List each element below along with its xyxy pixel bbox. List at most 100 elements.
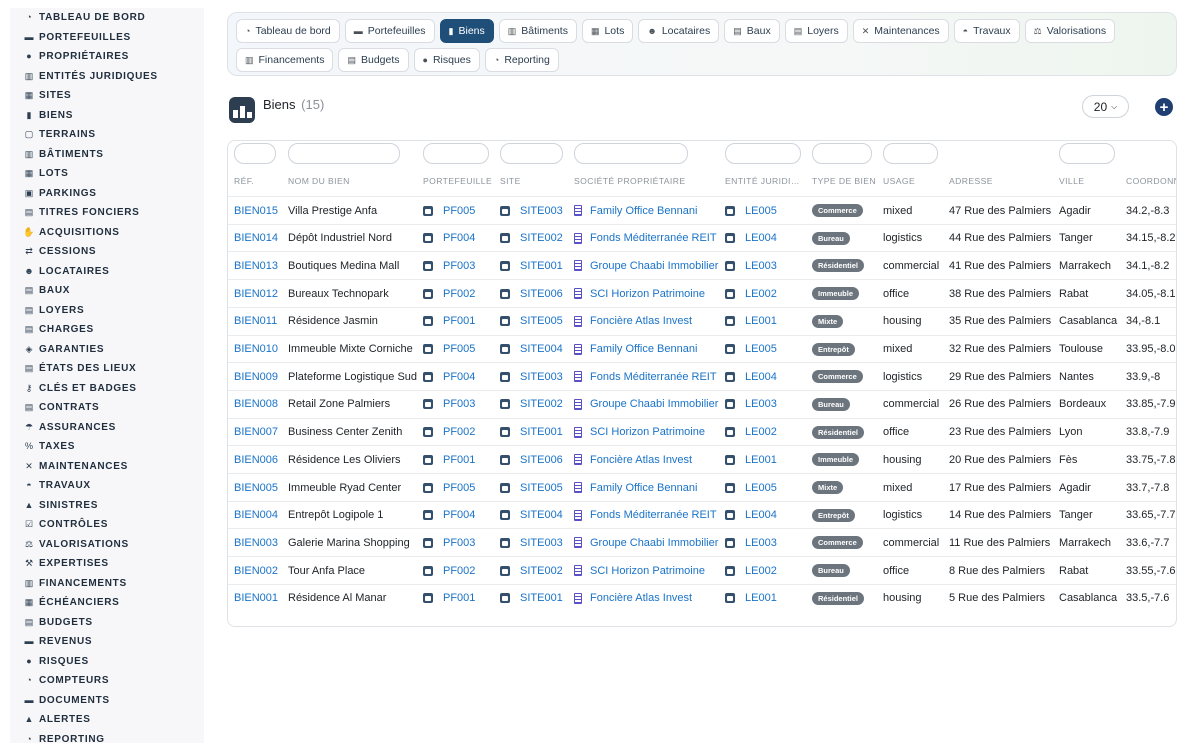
entity-link[interactable]: LE004 <box>745 232 777 244</box>
cell-site[interactable]: SITE006 <box>500 446 563 473</box>
entity-link[interactable]: LE004 <box>745 371 777 383</box>
tab-row2-1[interactable]: ▤ Budgets <box>338 48 409 72</box>
site-link[interactable]: SITE001 <box>520 260 563 272</box>
cell-ref[interactable]: BIEN003 <box>234 529 278 556</box>
column-header-address[interactable]: Adresse <box>949 176 993 186</box>
add-bien-button[interactable]: + <box>1155 98 1173 116</box>
site-link[interactable]: SITE001 <box>520 592 563 604</box>
sidebar-item-29[interactable]: ▥ Financements <box>10 574 204 594</box>
column-header-coords[interactable]: Coordonn <box>1126 176 1176 186</box>
tab-row1-9[interactable]: ◓ Travaux <box>953 19 1020 43</box>
sidebar-item-12[interactable]: ⇄ Cessions <box>10 242 204 262</box>
sidebar-item-17[interactable]: ◈ Garanties <box>10 340 204 360</box>
portfolio-link[interactable]: PF003 <box>443 537 475 549</box>
sidebar-item-0[interactable]: ◔ Tableau de bord <box>10 8 204 28</box>
sidebar-item-22[interactable]: % Taxes <box>10 437 204 457</box>
cell-ref[interactable]: BIEN006 <box>234 446 278 473</box>
cell-entity[interactable]: LE004 <box>725 225 777 252</box>
sidebar-item-5[interactable]: ▮ Biens <box>10 106 204 126</box>
tab-row2-3[interactable]: ◔ Reporting <box>484 48 559 72</box>
entity-link[interactable]: LE002 <box>745 288 777 300</box>
site-link[interactable]: SITE005 <box>520 482 563 494</box>
cell-entity[interactable]: LE002 <box>725 557 777 584</box>
owner-link[interactable]: Foncière Atlas Invest <box>590 315 692 327</box>
portfolio-link[interactable]: PF005 <box>443 482 475 494</box>
cell-owner[interactable]: Groupe Chaabi Immobilier <box>574 252 718 279</box>
cell-entity[interactable]: LE001 <box>725 308 777 335</box>
cell-ref[interactable]: BIEN010 <box>234 336 278 363</box>
cell-ref[interactable]: BIEN008 <box>234 391 278 418</box>
cell-ref[interactable]: BIEN001 <box>234 585 278 612</box>
cell-owner[interactable]: Fonds Méditerranée REIT <box>574 363 717 390</box>
sidebar-item-16[interactable]: ▤ Charges <box>10 320 204 340</box>
site-link[interactable]: SITE003 <box>520 205 563 217</box>
cell-portfolio[interactable]: PF001 <box>423 308 475 335</box>
sidebar-item-28[interactable]: ⚒ Expertises <box>10 554 204 574</box>
sidebar-item-36[interactable]: ▲ Alertes <box>10 710 204 730</box>
column-header-usage[interactable]: Usage <box>883 176 915 186</box>
cell-portfolio[interactable]: PF005 <box>423 474 475 501</box>
cell-owner[interactable]: Fonds Méditerranée REIT <box>574 502 717 529</box>
column-header-type[interactable]: Type de bien <box>812 176 876 186</box>
owner-link[interactable]: Groupe Chaabi Immobilier <box>590 537 718 549</box>
filter-name-input[interactable] <box>288 143 400 164</box>
site-link[interactable]: SITE004 <box>520 343 563 355</box>
portfolio-link[interactable]: PF004 <box>443 371 475 383</box>
sidebar-item-26[interactable]: ☑ Contrôles <box>10 515 204 535</box>
cell-ref[interactable]: BIEN005 <box>234 474 278 501</box>
cell-ref[interactable]: BIEN009 <box>234 363 278 390</box>
portfolio-link[interactable]: PF001 <box>443 592 475 604</box>
cell-ref[interactable]: BIEN015 <box>234 197 278 224</box>
cell-site[interactable]: SITE003 <box>500 363 563 390</box>
cell-site[interactable]: SITE001 <box>500 585 563 612</box>
sidebar-item-23[interactable]: ✕ Maintenances <box>10 457 204 477</box>
cell-entity[interactable]: LE001 <box>725 446 777 473</box>
sidebar-item-21[interactable]: ☂ Assurances <box>10 418 204 438</box>
owner-link[interactable]: Family Office Bennani <box>590 482 697 494</box>
cell-owner[interactable]: SCI Horizon Patrimoine <box>574 419 705 446</box>
entity-link[interactable]: LE003 <box>745 537 777 549</box>
site-link[interactable]: SITE002 <box>520 232 563 244</box>
owner-link[interactable]: SCI Horizon Patrimoine <box>590 565 705 577</box>
entity-link[interactable]: LE005 <box>745 205 777 217</box>
cell-entity[interactable]: LE005 <box>725 336 777 363</box>
tab-row1-10[interactable]: ⚖ Valorisations <box>1024 19 1116 43</box>
cell-site[interactable]: SITE001 <box>500 419 563 446</box>
cell-entity[interactable]: LE005 <box>725 474 777 501</box>
cell-entity[interactable]: LE003 <box>725 391 777 418</box>
tab-row1-6[interactable]: ▤ Baux <box>724 19 780 43</box>
sidebar-item-3[interactable]: ▥ Entités juridiques <box>10 67 204 87</box>
site-link[interactable]: SITE003 <box>520 371 563 383</box>
tab-row2-2[interactable]: ● Risques <box>413 48 480 72</box>
cell-portfolio[interactable]: PF001 <box>423 446 475 473</box>
sidebar-item-25[interactable]: ▲ Sinistres <box>10 496 204 516</box>
sidebar-item-37[interactable]: ◔ Reporting <box>10 730 204 743</box>
portfolio-link[interactable]: PF003 <box>443 260 475 272</box>
cell-owner[interactable]: Groupe Chaabi Immobilier <box>574 529 718 556</box>
sidebar-item-20[interactable]: ▤ Contrats <box>10 398 204 418</box>
tab-row2-0[interactable]: ▥ Financements <box>236 48 334 72</box>
cell-owner[interactable]: Family Office Bennani <box>574 197 697 224</box>
cell-owner[interactable]: Foncière Atlas Invest <box>574 585 692 612</box>
tab-row1-3[interactable]: ▥ Bâtiments <box>498 19 577 43</box>
sidebar-item-1[interactable]: ▬ Portefeuilles <box>10 28 204 48</box>
cell-portfolio[interactable]: PF003 <box>423 391 475 418</box>
cell-portfolio[interactable]: PF004 <box>423 363 475 390</box>
cell-ref[interactable]: BIEN013 <box>234 252 278 279</box>
cell-owner[interactable]: Family Office Bennani <box>574 336 697 363</box>
portfolio-link[interactable]: PF004 <box>443 232 475 244</box>
filter-type-input[interactable] <box>812 143 872 164</box>
tab-row1-0[interactable]: ◔ Tableau de bord <box>236 19 340 43</box>
cell-portfolio[interactable]: PF001 <box>423 585 475 612</box>
entity-link[interactable]: LE003 <box>745 398 777 410</box>
tab-row1-1[interactable]: ▬ Portefeuilles <box>344 19 435 43</box>
site-link[interactable]: SITE003 <box>520 537 563 549</box>
column-header-entity[interactable]: Entité juridi… <box>725 176 800 186</box>
cell-entity[interactable]: LE002 <box>725 280 777 307</box>
owner-link[interactable]: Foncière Atlas Invest <box>590 592 692 604</box>
cell-portfolio[interactable]: PF005 <box>423 336 475 363</box>
owner-link[interactable]: SCI Horizon Patrimoine <box>590 288 705 300</box>
cell-ref[interactable]: BIEN007 <box>234 419 278 446</box>
portfolio-link[interactable]: PF002 <box>443 426 475 438</box>
cell-ref[interactable]: BIEN014 <box>234 225 278 252</box>
